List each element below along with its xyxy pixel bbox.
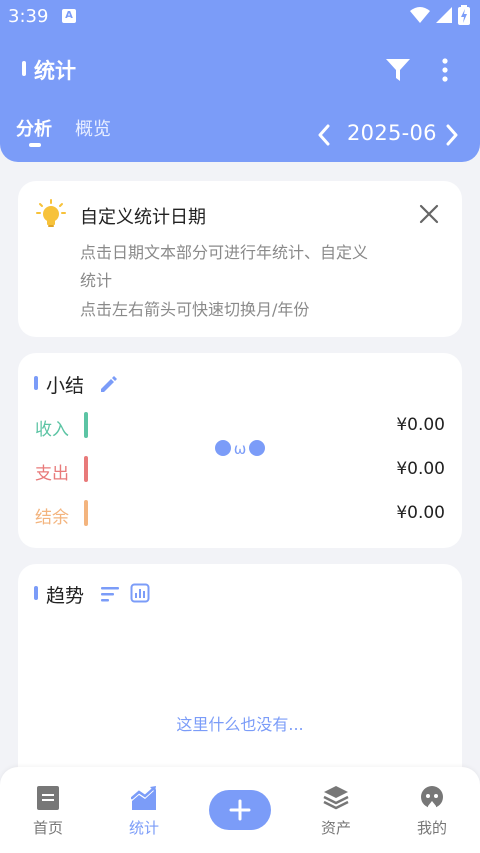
title-mark bbox=[22, 61, 26, 76]
plus-icon bbox=[229, 799, 251, 821]
sort-icon[interactable] bbox=[100, 585, 120, 603]
tip-card: 自定义统计日期 点击日期文本部分可进行年统计、自定义 统计 点击左右箭头可快速切… bbox=[18, 181, 462, 337]
page-title: 统计 bbox=[34, 59, 76, 83]
tip-text-line: 点击左右箭头可快速切换月/年份 bbox=[80, 300, 310, 319]
chart-icon bbox=[131, 786, 156, 810]
nav-label: 首页 bbox=[32, 819, 63, 837]
income-bar bbox=[84, 412, 88, 438]
income-value: ¥0.00 bbox=[396, 415, 445, 435]
nav-item-stats[interactable]: 统计 bbox=[104, 785, 184, 841]
trend-title: 趋势 bbox=[46, 585, 85, 607]
title-row: 统计 bbox=[0, 50, 480, 90]
filter-icon[interactable] bbox=[384, 56, 412, 84]
tab-indicator bbox=[29, 143, 41, 147]
expense-row: 支出 ¥0.00 bbox=[18, 456, 462, 486]
expense-bar bbox=[84, 456, 88, 482]
nav-item-home[interactable]: 首页 bbox=[8, 785, 88, 841]
section-mark bbox=[34, 376, 38, 390]
status-time: 3:39 bbox=[8, 6, 49, 27]
wifi-icon bbox=[410, 7, 430, 23]
status-icons bbox=[410, 5, 470, 25]
more-vertical-icon[interactable] bbox=[434, 56, 456, 84]
chevron-right-icon[interactable] bbox=[442, 122, 462, 148]
nav-label: 我的 bbox=[416, 819, 447, 837]
header: 3:39 A 统计 分析 概览 2025-06 bbox=[0, 0, 480, 162]
layers-icon bbox=[323, 786, 349, 810]
section-mark bbox=[34, 586, 38, 600]
add-button[interactable] bbox=[209, 790, 271, 830]
face-emoticon-icon: ω bbox=[215, 440, 265, 458]
balance-value: ¥0.00 bbox=[396, 503, 445, 523]
notification-icon: A bbox=[62, 9, 76, 23]
chevron-left-icon[interactable] bbox=[314, 122, 334, 148]
status-bar: 3:39 A bbox=[0, 0, 480, 34]
empty-state-text: 这里什么也没有... bbox=[176, 715, 304, 734]
battery-icon bbox=[458, 5, 470, 25]
lightbulb-icon bbox=[36, 199, 66, 227]
bottom-nav: 首页 统计 资产 我的 bbox=[0, 767, 480, 853]
tip-text-line: 点击日期文本部分可进行年统计、自定义 bbox=[80, 243, 369, 262]
tip-title: 自定义统计日期 bbox=[80, 207, 206, 228]
trend-card: 趋势 这里什么也没有... bbox=[18, 564, 462, 794]
nav-label: 统计 bbox=[128, 819, 159, 837]
balance-bar bbox=[84, 500, 88, 526]
profile-icon bbox=[421, 786, 443, 810]
month-selector[interactable]: 2025-06 bbox=[347, 121, 437, 145]
bar-chart-icon[interactable] bbox=[130, 583, 150, 603]
edit-icon[interactable] bbox=[98, 374, 118, 394]
close-icon[interactable] bbox=[418, 203, 440, 225]
balance-row: 结余 ¥0.00 bbox=[18, 500, 462, 530]
face-mouth: ω bbox=[234, 440, 247, 458]
expense-value: ¥0.00 bbox=[396, 459, 445, 479]
expense-label: 支出 bbox=[35, 464, 69, 484]
tab-overview[interactable]: 概览 bbox=[75, 115, 111, 141]
balance-label: 结余 bbox=[35, 508, 69, 528]
tab-analysis[interactable]: 分析 bbox=[16, 115, 52, 141]
nav-label: 资产 bbox=[320, 819, 351, 837]
tip-text-line: 统计 bbox=[80, 271, 113, 290]
nav-item-assets[interactable]: 资产 bbox=[296, 785, 376, 841]
signal-icon bbox=[436, 7, 452, 23]
summary-card: 小结 收入 ¥0.00 支出 ¥0.00 结余 ¥0.00 ω bbox=[18, 353, 462, 548]
summary-title: 小结 bbox=[46, 375, 85, 397]
income-label: 收入 bbox=[35, 420, 69, 440]
nav-item-mine[interactable]: 我的 bbox=[392, 785, 472, 841]
home-document-icon bbox=[37, 786, 59, 810]
